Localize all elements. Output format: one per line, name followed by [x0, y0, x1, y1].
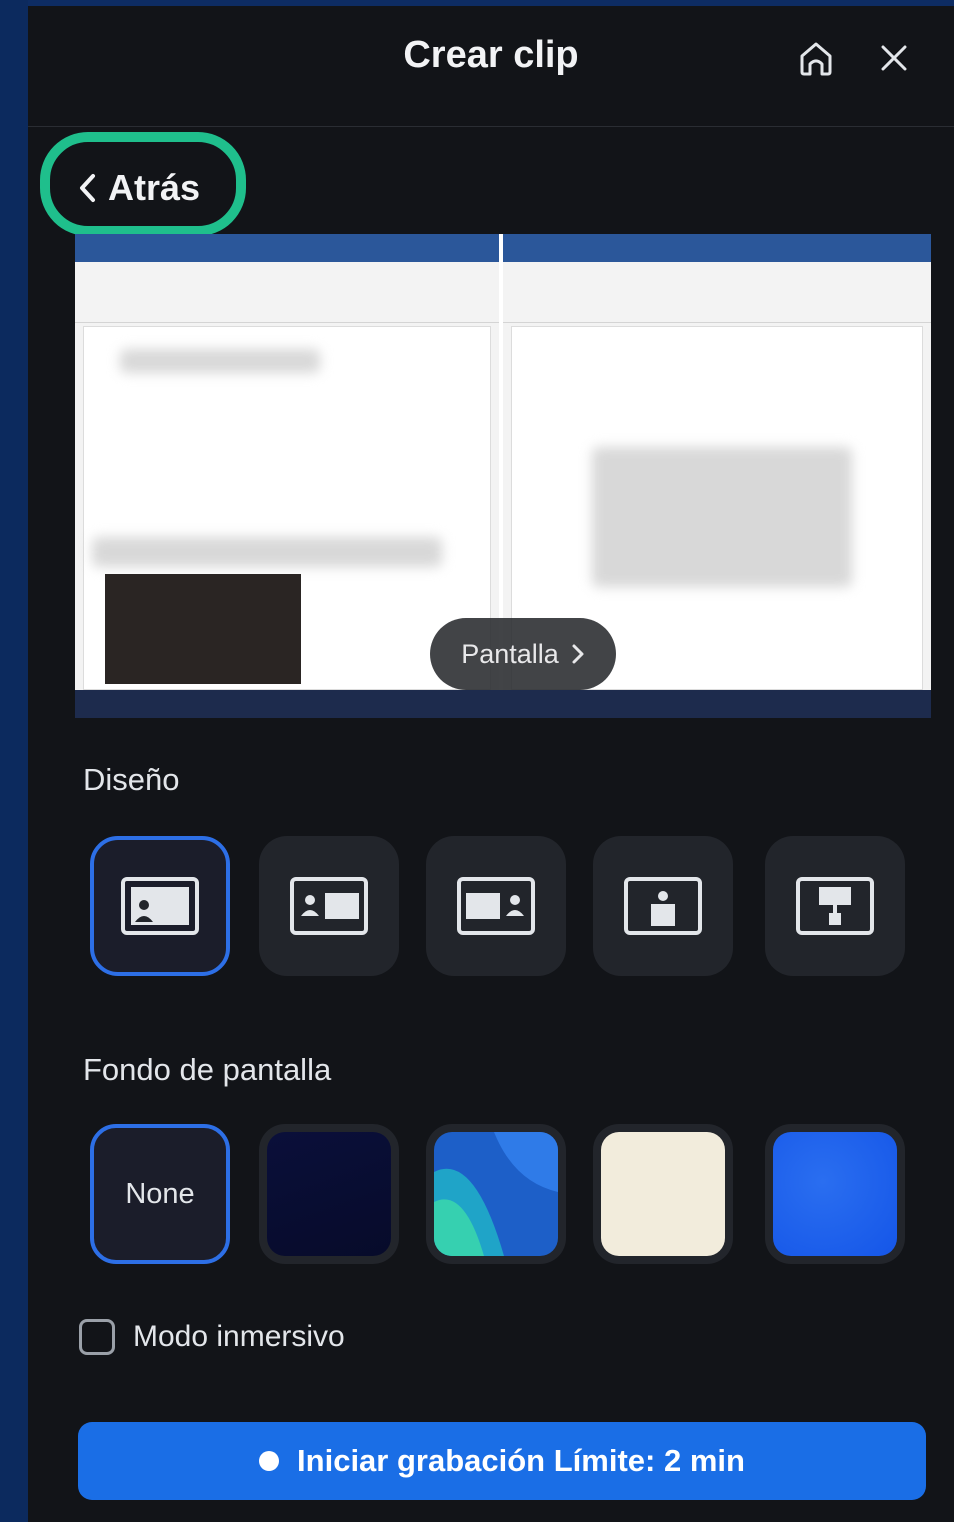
header: Crear clip	[28, 6, 954, 127]
preview-taskbar	[75, 690, 931, 718]
close-icon	[881, 45, 907, 71]
layout-label: Diseño	[83, 762, 180, 797]
layout-option-5[interactable]	[765, 836, 905, 976]
camera-thumbnail	[105, 574, 301, 684]
background-option-none[interactable]: None	[90, 1124, 230, 1264]
layout-presentation-icon	[796, 877, 874, 935]
swatch-fill	[773, 1132, 897, 1256]
swatch-fill	[434, 1132, 558, 1256]
immersive-mode-checkbox[interactable]	[79, 1319, 115, 1355]
background-option-blue-waves[interactable]	[426, 1124, 566, 1264]
layout-option-1[interactable]	[90, 836, 230, 976]
back-button[interactable]: Atrás	[78, 162, 200, 214]
window-frame-left	[0, 0, 28, 1522]
start-recording-label: Iniciar grabación Límite: 2 min	[297, 1443, 745, 1478]
layout-speaker-center-icon	[624, 877, 702, 935]
chevron-right-icon	[572, 644, 584, 664]
swatch-fill	[601, 1132, 725, 1256]
background-none-label: None	[125, 1177, 195, 1210]
source-selector-button[interactable]: Pantalla	[430, 618, 616, 690]
back-label: Atrás	[108, 167, 201, 208]
background-option-bright-blue[interactable]	[765, 1124, 905, 1264]
layout-side-by-side-right-icon	[457, 877, 535, 935]
home-icon	[800, 42, 832, 76]
start-recording-button[interactable]: Iniciar grabación Límite: 2 min	[78, 1422, 926, 1500]
source-label: Pantalla	[461, 638, 559, 669]
close-button[interactable]	[872, 36, 916, 80]
background-option-cream[interactable]	[593, 1124, 733, 1264]
immersive-mode-row: Modo inmersivo	[79, 1312, 345, 1362]
layout-speaker-left-icon	[121, 877, 199, 935]
layout-option-2[interactable]	[259, 836, 399, 976]
layout-option-3[interactable]	[426, 836, 566, 976]
background-option-dark-navy[interactable]	[259, 1124, 399, 1264]
swatch-fill	[267, 1132, 391, 1256]
immersive-mode-label: Modo inmersivo	[133, 1320, 345, 1353]
layout-option-4[interactable]	[593, 836, 733, 976]
layout-side-by-side-left-icon	[290, 877, 368, 935]
create-clip-panel: Crear clip Atrás Pantalla Diseño Fondo d…	[28, 6, 954, 1522]
background-label: Fondo de pantalla	[83, 1052, 332, 1087]
chevron-left-icon	[80, 174, 95, 202]
record-dot-icon	[259, 1451, 280, 1471]
home-button[interactable]	[794, 36, 838, 80]
